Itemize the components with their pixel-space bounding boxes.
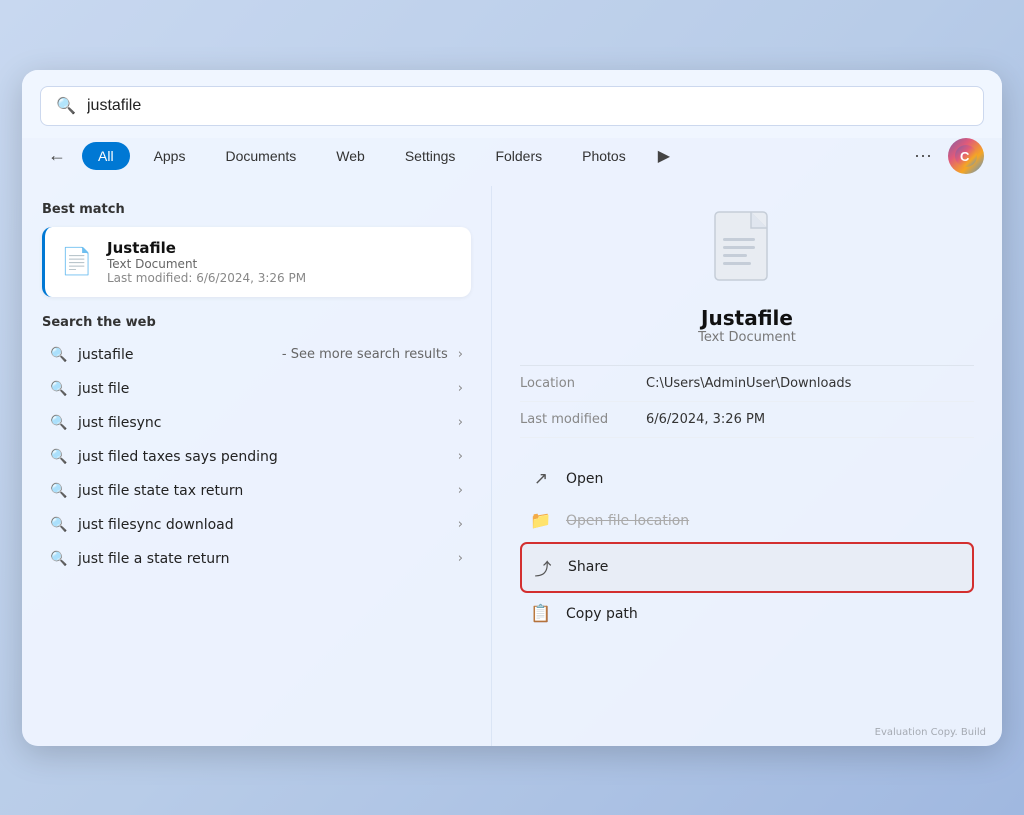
chevron-6: ›: [458, 551, 463, 566]
meta-location-row: Location C:\Users\AdminUser\Downloads: [520, 366, 974, 402]
search-icon-2: 🔍: [50, 415, 68, 431]
detail-title: Justafile: [701, 306, 793, 330]
chevron-0: ›: [458, 347, 463, 362]
web-query-5: just filesync download: [78, 517, 448, 533]
search-bar-row: 🔍: [22, 70, 1002, 138]
web-query-0: justafile: [78, 347, 272, 363]
watermark: Evaluation Copy. Build: [875, 727, 986, 738]
meta-modified-row: Last modified 6/6/2024, 3:26 PM: [520, 402, 974, 438]
web-query-4: just file state tax return: [78, 483, 448, 499]
web-results: 🔍 justafile - See more search results › …: [42, 338, 471, 576]
share-label: Share: [568, 559, 608, 575]
svg-text:C: C: [960, 149, 970, 164]
web-search-label: Search the web: [42, 315, 471, 330]
action-open-location[interactable]: 📁 Open file location: [520, 500, 974, 542]
action-list: ↗ Open 📁 Open file location ⤴ Share 📋 Co…: [520, 458, 974, 635]
left-panel: Best match 📄 Justafile Text Document Las…: [22, 186, 492, 746]
open-icon: ↗: [530, 469, 552, 489]
see-more-0: - See more search results: [282, 347, 448, 362]
open-location-label: Open file location: [566, 513, 689, 529]
best-match-label: Best match: [42, 202, 471, 217]
location-value: C:\Users\AdminUser\Downloads: [646, 376, 851, 391]
file-icon-large: [711, 210, 783, 294]
modified-value: 6/6/2024, 3:26 PM: [646, 412, 765, 427]
location-label: Location: [520, 376, 630, 391]
back-button[interactable]: ←: [40, 141, 74, 170]
chevron-5: ›: [458, 517, 463, 532]
filter-row: ← All Apps Documents Web Settings Folder…: [22, 138, 1002, 186]
action-copy-path[interactable]: 📋 Copy path: [520, 593, 974, 635]
action-open[interactable]: ↗ Open: [520, 458, 974, 500]
search-bar: 🔍: [40, 86, 984, 126]
open-label: Open: [566, 471, 603, 487]
filter-settings[interactable]: Settings: [389, 142, 472, 170]
web-result-0[interactable]: 🔍 justafile - See more search results ›: [42, 338, 471, 372]
filter-all[interactable]: All: [82, 142, 130, 170]
copy-path-label: Copy path: [566, 606, 638, 622]
filter-web[interactable]: Web: [320, 142, 381, 170]
right-panel: Justafile Text Document Location C:\User…: [492, 186, 1002, 746]
web-query-2: just filesync: [78, 415, 448, 431]
open-location-icon: 📁: [530, 511, 552, 531]
modified-label: Last modified: [520, 412, 630, 427]
web-result-6[interactable]: 🔍 just file a state return ›: [42, 542, 471, 576]
search-icon-1: 🔍: [50, 381, 68, 397]
web-result-3[interactable]: 🔍 just filed taxes says pending ›: [42, 440, 471, 474]
chevron-3: ›: [458, 449, 463, 464]
best-match-name: Justafile: [107, 239, 306, 257]
search-icon-3: 🔍: [50, 449, 68, 465]
web-query-1: just file: [78, 381, 448, 397]
web-result-2[interactable]: 🔍 just filesync ›: [42, 406, 471, 440]
search-icon-0: 🔍: [50, 347, 68, 363]
filter-photos[interactable]: Photos: [566, 142, 642, 170]
chevron-2: ›: [458, 415, 463, 430]
filter-apps[interactable]: Apps: [138, 142, 202, 170]
web-result-4[interactable]: 🔍 just file state tax return ›: [42, 474, 471, 508]
action-share[interactable]: ⤴ Share: [520, 542, 974, 593]
best-match-modified: Last modified: 6/6/2024, 3:26 PM: [107, 271, 306, 285]
search-icon-5: 🔍: [50, 517, 68, 533]
best-match-item[interactable]: 📄 Justafile Text Document Last modified:…: [42, 227, 471, 297]
filter-documents[interactable]: Documents: [209, 142, 312, 170]
web-result-5[interactable]: 🔍 just filesync download ›: [42, 508, 471, 542]
chevron-1: ›: [458, 381, 463, 396]
web-result-1[interactable]: 🔍 just file ›: [42, 372, 471, 406]
file-icon-small: 📄: [59, 244, 95, 280]
detail-type: Text Document: [698, 330, 796, 345]
search-input[interactable]: [87, 97, 969, 115]
body-row: Best match 📄 Justafile Text Document Las…: [22, 186, 1002, 746]
copy-path-icon: 📋: [530, 604, 552, 624]
play-button[interactable]: ▶: [650, 142, 678, 170]
web-query-6: just file a state return: [78, 551, 448, 567]
best-match-text: Justafile Text Document Last modified: 6…: [107, 239, 306, 285]
search-icon-6: 🔍: [50, 551, 68, 567]
search-icon-4: 🔍: [50, 483, 68, 499]
chevron-4: ›: [458, 483, 463, 498]
more-button[interactable]: ···: [906, 141, 940, 170]
copilot-icon[interactable]: C: [948, 138, 984, 174]
best-match-type: Text Document: [107, 257, 306, 271]
web-query-3: just filed taxes says pending: [78, 449, 448, 465]
meta-table: Location C:\Users\AdminUser\Downloads La…: [520, 365, 974, 438]
share-icon: ⤴: [532, 555, 554, 580]
filter-folders[interactable]: Folders: [479, 142, 558, 170]
search-icon: 🔍: [55, 95, 77, 117]
